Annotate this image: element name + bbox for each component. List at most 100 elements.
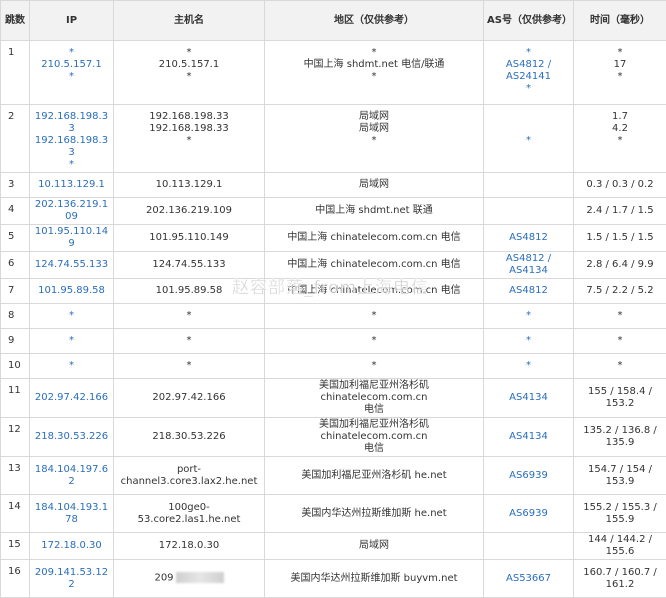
region-cell-line: 局域网 xyxy=(268,111,480,123)
asn-cell[interactable]: AS4134 xyxy=(484,418,574,457)
time-cell-line: 155.9 xyxy=(577,514,663,526)
region-cell: * xyxy=(265,304,484,329)
ip-cell-line: 172.18.0.30 xyxy=(33,540,110,552)
hop-cell: 8 xyxy=(1,304,30,329)
host-cell-line: 192.168.198.33 xyxy=(117,111,261,123)
region-cell: 美国加利福尼亚州洛杉矶 he.net xyxy=(265,457,484,495)
time-cell: * xyxy=(574,329,666,354)
host-cell-line: 124.74.55.133 xyxy=(117,259,261,271)
asn-cell[interactable]: AS6939 xyxy=(484,495,574,533)
ip-cell[interactable]: 101.95.110.149 xyxy=(30,225,114,252)
ip-cell[interactable]: 184.104.197.62 xyxy=(30,457,114,495)
asn-cell[interactable]: *AS4812 /AS24141* xyxy=(484,41,574,105)
host-cell: 124.74.55.133 xyxy=(114,252,265,279)
host-cell: 101.95.89.58 xyxy=(114,279,265,304)
region-cell-line: 美国内华达州拉斯维加斯 he.net xyxy=(268,508,480,520)
host-cell: 202.136.219.109 xyxy=(114,198,265,225)
host-cell: 202.97.42.166 xyxy=(114,379,265,418)
asn-cell[interactable]: AS4812 / AS4134 xyxy=(484,252,574,279)
asn-cell[interactable] xyxy=(484,533,574,560)
time-cell-line: 4.2 xyxy=(577,123,663,135)
table-row: 6124.74.55.133124.74.55.133中国上海 chinatel… xyxy=(1,252,666,279)
ip-cell-line: 209.141.53.122 xyxy=(33,567,110,591)
ip-cell[interactable]: 10.113.129.1 xyxy=(30,173,114,198)
time-cell: 155.2 / 155.3 /155.9 xyxy=(574,495,666,533)
ip-cell[interactable]: * xyxy=(30,329,114,354)
time-cell-line: * xyxy=(577,360,663,372)
table-row: 12218.30.53.226218.30.53.226美国加利福尼亚州洛杉矶 … xyxy=(1,418,666,457)
asn-cell[interactable]: AS4812 xyxy=(484,279,574,304)
host-cell: 101.95.110.149 xyxy=(114,225,265,252)
asn-cell[interactable]: * xyxy=(484,354,574,379)
asn-cell[interactable]: AS53667 xyxy=(484,560,574,598)
ip-cell[interactable]: 101.95.89.58 xyxy=(30,279,114,304)
ip-cell[interactable]: 192.168.198.33192.168.198.33* xyxy=(30,105,114,173)
region-cell: 美国加利福尼亚州洛杉矶 chinatelecom.com.cn电信 xyxy=(265,379,484,418)
host-cell-line: * xyxy=(117,71,261,83)
asn-cell-line: * xyxy=(487,83,570,95)
asn-cell[interactable] xyxy=(484,173,574,198)
asn-cell-line xyxy=(487,205,570,217)
region-cell: * xyxy=(265,329,484,354)
ip-cell[interactable]: 124.74.55.133 xyxy=(30,252,114,279)
asn-cell[interactable]: * xyxy=(484,105,574,173)
time-cell-line: 160.7 / 160.7 / xyxy=(577,567,663,579)
table-row: 4202.136.219.109202.136.219.109中国上海 shdm… xyxy=(1,198,666,225)
host-cell: port-channel3.core3.lax2.he.net xyxy=(114,457,265,495)
host-cell-line: 202.136.219.109 xyxy=(117,205,261,217)
time-cell: 160.7 / 160.7 /161.2 xyxy=(574,560,666,598)
asn-cell[interactable]: AS6939 xyxy=(484,457,574,495)
region-cell-line: 电信 xyxy=(268,404,480,416)
asn-cell[interactable]: * xyxy=(484,304,574,329)
region-cell: 局域网 xyxy=(265,533,484,560)
region-cell-line: 美国加利福尼亚州洛杉矶 chinatelecom.com.cn xyxy=(268,419,480,443)
asn-cell-line: AS6939 xyxy=(487,470,570,482)
ip-cell-line: * xyxy=(33,335,110,347)
table-row: 11202.97.42.166202.97.42.166美国加利福尼亚州洛杉矶 … xyxy=(1,379,666,418)
asn-cell[interactable]: * xyxy=(484,329,574,354)
region-cell: 美国内华达州拉斯维加斯 buyvm.net xyxy=(265,560,484,598)
ip-cell-line: 10.113.129.1 xyxy=(33,179,110,191)
ip-cell[interactable]: 209.141.53.122 xyxy=(30,560,114,598)
host-cell-line: 192.168.198.33 xyxy=(117,123,261,135)
host-cell-line: 210.5.157.1 xyxy=(117,59,261,71)
region-cell: 中国上海 chinatelecom.com.cn 电信 xyxy=(265,225,484,252)
time-cell-line: * xyxy=(577,71,663,83)
host-cell-line: channel3.core3.lax2.he.net xyxy=(117,476,261,488)
host-cell: 100ge0-53.core2.las1.he.net xyxy=(114,495,265,533)
asn-cell[interactable] xyxy=(484,198,574,225)
time-cell: * xyxy=(574,304,666,329)
ip-cell[interactable]: * xyxy=(30,354,114,379)
time-cell: 7.5 / 2.2 / 5.2 xyxy=(574,279,666,304)
ip-cell[interactable]: 184.104.193.178 xyxy=(30,495,114,533)
region-cell-line: 美国内华达州拉斯维加斯 buyvm.net xyxy=(268,573,480,585)
asn-cell-line: AS4812 / xyxy=(487,59,570,71)
ip-cell[interactable]: * xyxy=(30,304,114,329)
ip-cell[interactable]: *210.5.157.1* xyxy=(30,41,114,105)
ip-cell-line: * xyxy=(33,71,110,83)
ip-cell-line: 101.95.110.149 xyxy=(33,226,110,250)
hop-cell: 10 xyxy=(1,354,30,379)
ip-cell[interactable]: 202.136.219.109 xyxy=(30,198,114,225)
asn-cell[interactable]: AS4134 xyxy=(484,379,574,418)
region-cell: * xyxy=(265,354,484,379)
asn-cell[interactable]: AS4812 xyxy=(484,225,574,252)
host-cell: 209 xyxy=(114,560,265,598)
ip-cell-line: 101.95.89.58 xyxy=(33,285,110,297)
host-cell-line: 218.30.53.226 xyxy=(117,431,261,443)
hop-cell: 1 xyxy=(1,41,30,105)
ip-cell[interactable]: 218.30.53.226 xyxy=(30,418,114,457)
traceroute-table: 跳数 IP 主机名 地区（仅供参考） AS号（仅供参考） 时间（毫秒） 1*21… xyxy=(0,0,666,598)
ip-cell[interactable]: 202.97.42.166 xyxy=(30,379,114,418)
region-cell: 局域网 xyxy=(265,173,484,198)
region-cell-line: 局域网 xyxy=(268,540,480,552)
hop-cell: 2 xyxy=(1,105,30,173)
time-cell: 2.4 / 1.7 / 1.5 xyxy=(574,198,666,225)
region-cell-line: 局域网 xyxy=(268,123,480,135)
ip-cell[interactable]: 172.18.0.30 xyxy=(30,533,114,560)
hop-cell: 7 xyxy=(1,279,30,304)
host-cell-line: * xyxy=(117,335,261,347)
table-row: 2192.168.198.33192.168.198.33*192.168.19… xyxy=(1,105,666,173)
region-cell-line: * xyxy=(268,135,480,147)
time-cell-line: 1.7 xyxy=(577,111,663,123)
